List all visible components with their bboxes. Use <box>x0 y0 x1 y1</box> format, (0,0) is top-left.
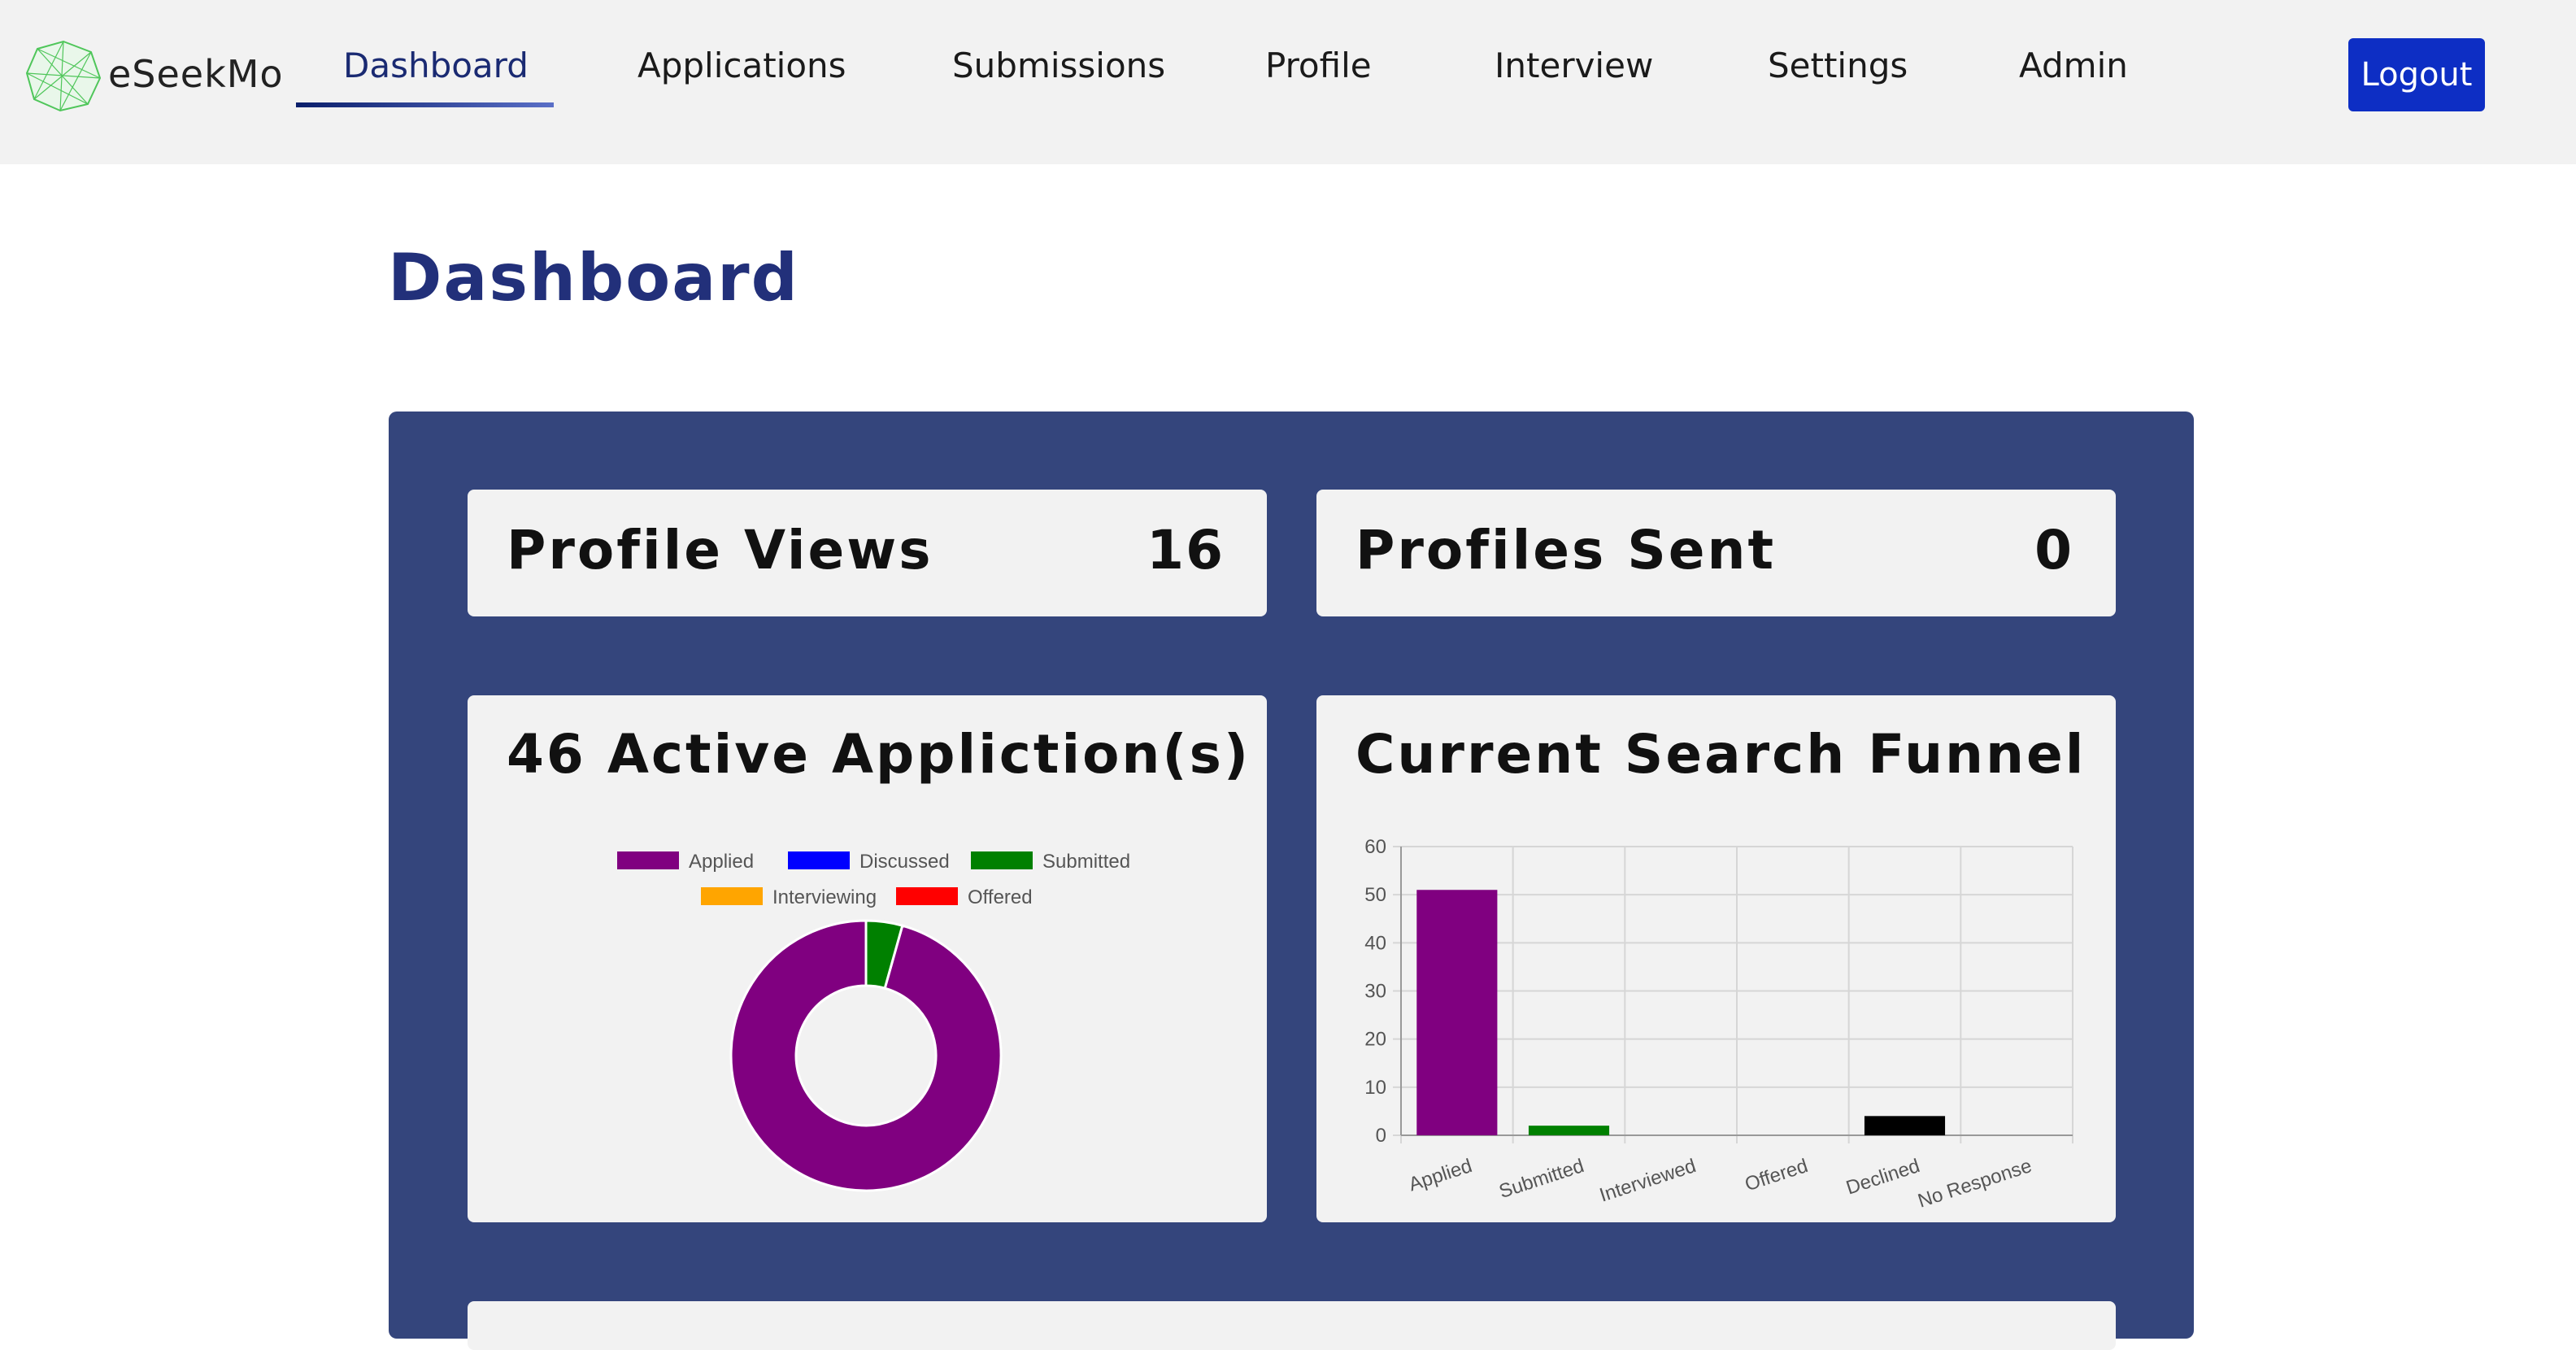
next-card <box>468 1301 2116 1350</box>
x-tick-label: Declined <box>1843 1155 1922 1200</box>
profiles-sent-card: Profiles Sent 0 <box>1316 490 2116 616</box>
active-applications-card: 46 Active Appliction(s) Applied Discussed… <box>468 695 1267 1222</box>
x-tick-label: Submitted <box>1496 1155 1586 1203</box>
nav-applications[interactable]: Applications <box>637 46 846 85</box>
profile-views-label: Profile Views <box>507 519 933 581</box>
legend-swatch-applied[interactable] <box>617 851 679 869</box>
nav-profile[interactable]: Profile <box>1265 46 1372 85</box>
legend-label-offered[interactable]: Offered <box>968 886 1033 908</box>
y-tick-label: 30 <box>1364 981 1386 1003</box>
nav-settings[interactable]: Settings <box>1768 46 1908 85</box>
legend-label-interviewing[interactable]: Interviewing <box>772 886 877 908</box>
x-tick-label: Offered <box>1743 1155 1811 1195</box>
brand-name[interactable]: eSeekMo <box>108 52 284 96</box>
y-tick-label: 10 <box>1364 1077 1386 1099</box>
x-tick-label: Interviewed <box>1597 1155 1699 1207</box>
nav-interview[interactable]: Interview <box>1495 46 1653 85</box>
profiles-sent-value: 0 <box>2034 519 2073 581</box>
bar-applied[interactable] <box>1416 890 1498 1135</box>
profile-views-card: Profile Views 16 <box>468 490 1267 616</box>
top-navigation-bar: eSeekMo Dashboard Applications Submissio… <box>0 0 2576 164</box>
y-tick-label: 40 <box>1364 932 1386 954</box>
legend-swatch-interviewing[interactable] <box>701 887 763 905</box>
nav-submissions[interactable]: Submissions <box>952 46 1165 85</box>
legend-swatch-submitted[interactable] <box>971 851 1033 869</box>
legend-swatch-discussed[interactable] <box>788 851 850 869</box>
x-tick-label: No Response <box>1915 1155 2034 1213</box>
legend-swatch-offered[interactable] <box>896 887 958 905</box>
active-nav-indicator <box>296 102 554 107</box>
logout-button[interactable]: Logout <box>2348 38 2485 111</box>
legend-label-submitted[interactable]: Submitted <box>1042 851 1130 873</box>
x-tick-label: Applied <box>1406 1155 1474 1195</box>
legend-label-discussed[interactable]: Discussed <box>859 851 950 873</box>
y-tick-label: 50 <box>1364 884 1386 906</box>
profiles-sent-label: Profiles Sent <box>1355 519 1777 581</box>
nav-admin[interactable]: Admin <box>2019 46 2128 85</box>
profile-views-value: 16 <box>1147 519 1225 581</box>
logo-icon[interactable] <box>24 39 102 112</box>
bar-submitted[interactable] <box>1528 1126 1610 1135</box>
y-tick-label: 60 <box>1364 836 1386 858</box>
y-tick-label: 20 <box>1364 1029 1386 1051</box>
page-title: Dashboard <box>388 240 799 316</box>
applications-donut-chart[interactable]: Applied Discussed Submitted Interviewing Off… <box>468 695 1267 1222</box>
dashboard-panel: Profile Views 16 Profiles Sent 0 46 Acti… <box>389 412 2194 1350</box>
nav-dashboard[interactable]: Dashboard <box>343 46 529 85</box>
search-funnel-bar-chart[interactable]: 0 10 20 30 40 50 60 Applied Submitted Interviewed… <box>1316 695 2116 1222</box>
legend-label-applied[interactable]: Applied <box>689 851 754 873</box>
search-funnel-card: Current Search Funnel 0 10 20 30 40 50 60 Appli… <box>1316 695 2116 1222</box>
y-tick-label: 0 <box>1376 1125 1386 1147</box>
bar-declined[interactable] <box>1864 1116 1946 1135</box>
